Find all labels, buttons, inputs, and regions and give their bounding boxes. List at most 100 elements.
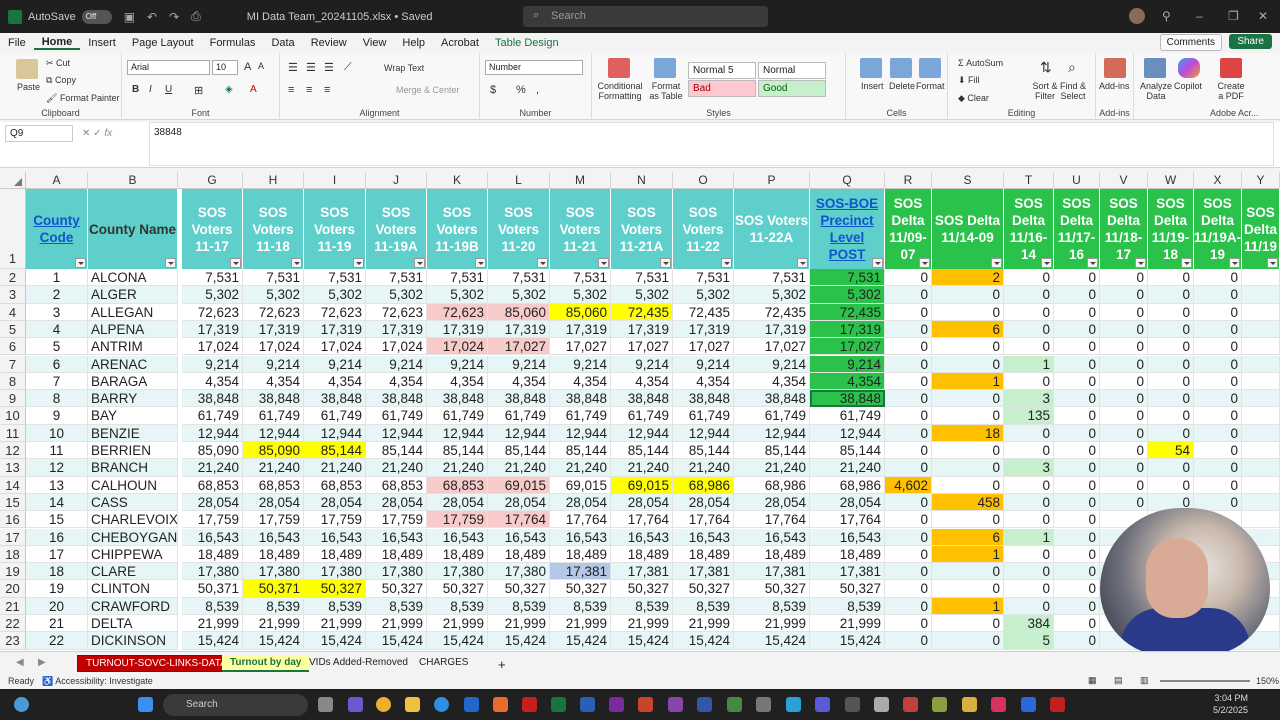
cell-i[interactable]: 18,489 (304, 545, 366, 564)
cell-q[interactable]: 17,027 (810, 338, 885, 356)
cell-r[interactable]: 0 (885, 303, 932, 321)
cell-m[interactable]: 61,749 (550, 407, 611, 425)
cell-m[interactable]: 15,424 (550, 632, 611, 650)
cell-a[interactable]: 12 (26, 459, 88, 477)
row-header[interactable]: 13 (0, 459, 26, 477)
cell-p[interactable]: 50,327 (734, 580, 810, 598)
copilot-icon[interactable] (1178, 58, 1200, 78)
filter-dropdown-icon[interactable] (75, 258, 86, 268)
delete-cells-button[interactable]: Delete (889, 81, 915, 91)
cell-u[interactable]: 0 (1054, 476, 1100, 494)
app-icon-12[interactable] (903, 697, 918, 712)
cell-j[interactable]: 61,749 (366, 407, 427, 425)
cell-n[interactable]: 5,302 (611, 286, 673, 304)
cell-m[interactable]: 17,381 (550, 563, 611, 581)
cell-b[interactable]: CASS (88, 493, 178, 512)
column-header-r[interactable]: R (885, 172, 932, 189)
header-cell-g[interactable]: SOS Voters 11-17 (182, 189, 243, 269)
select-all-button[interactable] (0, 172, 26, 189)
app-icon-17[interactable] (1050, 697, 1065, 712)
cell-m[interactable]: 8,539 (550, 597, 611, 615)
column-header-o[interactable]: O (673, 172, 734, 189)
cell-p[interactable]: 17,319 (734, 320, 810, 339)
cell-n[interactable]: 17,764 (611, 511, 673, 529)
paste-button[interactable]: Paste (17, 82, 40, 92)
cell-j[interactable]: 17,024 (366, 338, 427, 356)
cell-o[interactable]: 17,319 (673, 320, 734, 339)
cell-b[interactable]: BARAGA (88, 372, 178, 391)
insert-cells-button[interactable]: Insert (861, 81, 884, 91)
column-header-x[interactable]: X (1194, 172, 1242, 189)
fill-button[interactable]: ⬇ Fill (958, 75, 980, 86)
save-icon[interactable]: ▣ (124, 10, 135, 24)
header-cell-k[interactable]: SOS Voters 11-19B (427, 189, 488, 269)
header-cell-r[interactable]: SOS Delta 11/09-07 (885, 189, 932, 269)
header-cell-n[interactable]: SOS Voters 11-21A (611, 189, 673, 269)
zoom-slider[interactable] (1160, 680, 1250, 682)
cell-r[interactable]: 0 (885, 338, 932, 356)
cell-s[interactable]: 458 (932, 493, 1004, 512)
cell-a[interactable]: 10 (26, 424, 88, 442)
cell-g[interactable]: 21,240 (182, 459, 243, 477)
cell-n[interactable]: 4,354 (611, 372, 673, 391)
cell-m[interactable]: 9,214 (550, 355, 611, 373)
cell-b[interactable]: CHARLEVOIX (88, 511, 178, 529)
column-header-j[interactable]: J (366, 172, 427, 189)
cell-o[interactable]: 15,424 (673, 632, 734, 650)
cell-i[interactable]: 9,214 (304, 355, 366, 373)
cell-y[interactable] (1242, 286, 1280, 304)
cell-s[interactable]: 0 (932, 407, 1004, 425)
cell-j[interactable]: 7,531 (366, 269, 427, 287)
font-name-select[interactable]: Arial (127, 60, 210, 75)
menu-data[interactable]: Data (263, 37, 302, 49)
cell-g[interactable]: 17,024 (182, 338, 243, 356)
cell-t[interactable]: 0 (1004, 580, 1054, 598)
outlook-icon[interactable] (464, 697, 479, 712)
cell-l[interactable]: 17,764 (488, 511, 550, 529)
paste-icon[interactable] (16, 59, 38, 79)
cell-u[interactable]: 0 (1054, 545, 1100, 564)
cell-s[interactable]: 6 (932, 528, 1004, 546)
cell-i[interactable]: 8,539 (304, 597, 366, 615)
cell-u[interactable]: 0 (1054, 320, 1100, 339)
column-header-n[interactable]: N (611, 172, 673, 189)
cell-u[interactable]: 0 (1054, 632, 1100, 650)
cell-r[interactable]: 0 (885, 632, 932, 650)
cell-t[interactable]: 135 (1004, 407, 1054, 425)
cell-j[interactable]: 68,853 (366, 476, 427, 494)
autosave[interactable]: AutoSave Off (8, 9, 112, 24)
cell-g[interactable]: 85,090 (182, 442, 243, 460)
cell-u[interactable]: 0 (1054, 269, 1100, 287)
cell-s[interactable]: 18 (932, 424, 1004, 442)
cell-n[interactable]: 17,319 (611, 320, 673, 339)
app-icon-10[interactable] (845, 697, 860, 712)
menu-acrobat[interactable]: Acrobat (433, 37, 487, 49)
cell-h[interactable]: 16,543 (243, 528, 304, 546)
cell-x[interactable]: 0 (1194, 407, 1242, 425)
next-sheet-icon[interactable]: ▶ (30, 655, 54, 672)
cell-b[interactable]: ARENAC (88, 355, 178, 373)
cell-a[interactable]: 19 (26, 580, 88, 598)
cell-r[interactable]: 0 (885, 320, 932, 339)
cell-a[interactable]: 14 (26, 493, 88, 512)
cell-x[interactable]: 0 (1194, 459, 1242, 477)
cell-a[interactable]: 18 (26, 563, 88, 581)
cell-w[interactable]: 0 (1148, 407, 1194, 425)
cell-g[interactable]: 12,944 (182, 424, 243, 442)
cell-h[interactable]: 21,999 (243, 615, 304, 633)
percent-icon[interactable]: % (516, 84, 526, 96)
cell-p[interactable]: 72,435 (734, 303, 810, 321)
cell-s[interactable]: 0 (932, 615, 1004, 633)
cell-y[interactable] (1242, 442, 1280, 460)
cell-t[interactable]: 3 (1004, 459, 1054, 477)
file-name[interactable]: MI Data Team_20241105.xlsx • Saved (247, 11, 433, 23)
cell-b[interactable]: ALLEGAN (88, 303, 178, 321)
row-header[interactable]: 8 (0, 372, 26, 391)
cell-w[interactable]: 0 (1148, 372, 1194, 391)
cell-p[interactable]: 38,848 (734, 390, 810, 408)
header-cell-u[interactable]: SOS Delta 11/17-16 (1054, 189, 1100, 269)
cell-a[interactable]: 7 (26, 372, 88, 391)
row-header[interactable]: 23 (0, 632, 26, 650)
cell-v[interactable]: 0 (1100, 338, 1148, 356)
cell-p[interactable]: 61,749 (734, 407, 810, 425)
